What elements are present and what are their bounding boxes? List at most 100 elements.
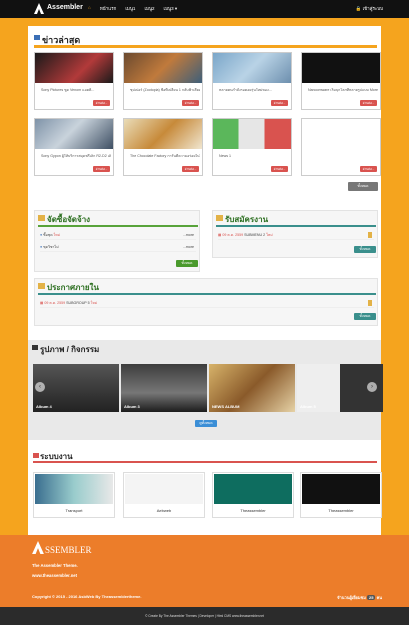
- calendar-icon: ▦: [40, 301, 44, 305]
- news-image[interactable]: [124, 53, 202, 83]
- list-item[interactable]: ▦ 09 ต.ค. 2559 SUBGROUP 5 ใหม่: [40, 298, 374, 308]
- bottom-bar: © Create By The Assembler Themes | Devel…: [0, 607, 409, 625]
- visitor-label: จำนวนผู้เยี่ยมชม: [337, 595, 366, 600]
- gallery-view-all-button[interactable]: ดูทั้งหมด: [195, 420, 217, 427]
- news-title[interactable]: Nanoomware เริ่มบุกโลกที่หลายรูปแบบ More…: [308, 88, 378, 93]
- system-label[interactable]: Transport: [34, 508, 114, 513]
- list-item-date: 09 ต.ค. 2559: [44, 301, 66, 305]
- visitor-count-badge: 25: [367, 595, 376, 600]
- nav-item-home[interactable]: หน้าแรก: [100, 5, 117, 12]
- grid-icon: [33, 453, 39, 458]
- login-link[interactable]: 🔒 เข้าสู่ระบบ: [356, 5, 383, 12]
- read-more-button[interactable]: อ่านต่อ...: [182, 100, 199, 106]
- top-navbar: Assembler ⌂ หน้าแรก เมนู1 เมนู2 เมนู3 ▾ …: [0, 0, 409, 18]
- gallery-caption[interactable]: NEWS ALBUM: [212, 404, 239, 409]
- news-card[interactable]: อ่านต่อ...: [301, 118, 381, 176]
- news-card[interactable]: Sony Pictures ชูด Venom แอคติ... อ่านต่อ…: [34, 52, 114, 110]
- read-more-button[interactable]: อ่านต่อ...: [271, 100, 288, 106]
- brand-name[interactable]: Assembler: [47, 4, 83, 11]
- news-image[interactable]: [35, 53, 113, 83]
- bullet-icon: ●: [40, 245, 43, 249]
- system-label[interactable]: Aebweb: [124, 508, 204, 513]
- announce-view-all-button[interactable]: ทั้งหมด: [354, 313, 376, 320]
- news-card[interactable]: หลายคนกำลังรอคอยรุ่นใหม่ของ... อ่านต่อ..…: [212, 52, 292, 110]
- system-label[interactable]: Theassembler: [213, 508, 293, 513]
- news-image[interactable]: [302, 119, 380, 149]
- news-title[interactable]: ซุปเปอร์ (Zootopia) ชื่อที่เปลี่ยน 1 กลั…: [130, 88, 200, 93]
- assembler-logo-icon[interactable]: [34, 3, 44, 14]
- news-image[interactable]: [213, 53, 291, 83]
- system-card[interactable]: Aebweb: [123, 472, 205, 518]
- file-icon: [368, 300, 372, 306]
- news-section-divider: [34, 45, 377, 48]
- more-link[interactable]: ...more: [183, 230, 194, 240]
- list-item-label[interactable]: SUBMENU 2: [244, 233, 265, 237]
- list-item-label[interactable]: SUBGROUP 5: [66, 301, 90, 305]
- gallery-prev-arrow-icon[interactable]: ‹: [35, 382, 45, 392]
- news-image[interactable]: [302, 53, 380, 83]
- gallery-item[interactable]: Album 3: [121, 364, 207, 412]
- news-card[interactable]: ซุปเปอร์ (Zootopia) ชื่อที่เปลี่ยน 1 กลั…: [123, 52, 203, 110]
- news-image[interactable]: [124, 119, 202, 149]
- news-card[interactable]: Sony Gypon ผู้ให้บริการสมุดฟรีเล็ก R2-D2…: [34, 118, 114, 176]
- folder-icon: [38, 283, 45, 289]
- visitor-unit: คน: [376, 595, 382, 600]
- login-label: เข้าสู่ระบบ: [362, 6, 383, 11]
- nav-item-menu2[interactable]: เมนู2: [144, 5, 154, 12]
- gallery-caption[interactable]: Album 5: [300, 404, 316, 409]
- nav-item-menu1[interactable]: เมนู1: [125, 5, 135, 12]
- gallery-next-arrow-icon[interactable]: ›: [367, 382, 377, 392]
- gallery-item[interactable]: Album 4: [33, 364, 119, 412]
- jobs-view-all-button[interactable]: ทั้งหมด: [354, 246, 376, 253]
- list-item-label[interactable]: ซื้อชุด: [43, 233, 52, 237]
- systems-divider: [33, 461, 377, 463]
- system-card[interactable]: Theassembler: [300, 472, 382, 518]
- list-item[interactable]: ● ซื้อชุด ใหม่ ...more: [40, 230, 196, 240]
- calendar-icon: ▦: [218, 233, 222, 237]
- list-item[interactable]: ● ชุดวิชาไม่ ...more: [40, 242, 196, 252]
- new-badge: ใหม่: [266, 233, 273, 237]
- footer-copyright: Copyright © 2015 - 2016 AsbWeb By Theass…: [32, 594, 142, 599]
- news-image[interactable]: [213, 119, 291, 149]
- read-more-button[interactable]: อ่านต่อ...: [93, 100, 110, 106]
- news-view-all-button[interactable]: ทั้งหมด: [348, 182, 378, 191]
- read-more-button[interactable]: อ่านต่อ...: [182, 166, 199, 172]
- system-image[interactable]: [125, 474, 203, 504]
- system-image[interactable]: [214, 474, 292, 504]
- visitor-counter: จำนวนผู้เยี่ยมชม 25 คน: [337, 594, 382, 601]
- read-more-button[interactable]: อ่านต่อ...: [93, 166, 110, 172]
- system-image[interactable]: [302, 474, 380, 504]
- list-item[interactable]: ▦ 09 ต.ค. 2559 SUBMENU 2 ใหม่: [218, 230, 374, 240]
- news-title[interactable]: News 1: [219, 154, 289, 159]
- home-icon[interactable]: ⌂: [88, 5, 91, 12]
- news-title[interactable]: Sony Pictures ชูด Venom แอคติ...: [41, 88, 111, 93]
- bullet-icon: ●: [40, 233, 43, 237]
- system-card[interactable]: Theassembler: [212, 472, 294, 518]
- gallery-item[interactable]: NEWS ALBUM: [209, 364, 295, 412]
- announce-divider: [38, 293, 376, 295]
- news-card[interactable]: The Chocolate Factory การันตีความอร่อยใน…: [123, 118, 203, 176]
- more-link[interactable]: ...more: [183, 242, 194, 252]
- read-more-button[interactable]: อ่านต่อ...: [271, 166, 288, 172]
- system-label[interactable]: Theassembler: [301, 508, 381, 513]
- list-item-label[interactable]: ชุดวิชาไม่: [43, 245, 58, 249]
- footer-company: The Assembler Theme.: [32, 563, 78, 568]
- news-card[interactable]: News 1 อ่านต่อ...: [212, 118, 292, 176]
- footer-site[interactable]: www.theassembler.net: [32, 573, 77, 578]
- read-more-button[interactable]: อ่านต่อ...: [360, 100, 377, 106]
- read-more-button[interactable]: อ่านต่อ...: [360, 166, 377, 172]
- news-card[interactable]: Nanoomware เริ่มบุกโลกที่หลายรูปแบบ More…: [301, 52, 381, 110]
- system-card[interactable]: Transport: [33, 472, 115, 518]
- news-title[interactable]: หลายคนกำลังรอคอยรุ่นใหม่ของ...: [219, 88, 289, 93]
- news-image[interactable]: [35, 119, 113, 149]
- news-title[interactable]: Sony Gypon ผู้ให้บริการสมุดฟรีเล็ก R2-D2…: [41, 154, 111, 159]
- procurement-view-all-button[interactable]: ทั้งหมด: [176, 260, 198, 267]
- nav-item-menu3[interactable]: เมนู3 ▾: [164, 5, 178, 12]
- system-image[interactable]: [35, 474, 113, 504]
- lock-icon: 🔒: [355, 6, 362, 11]
- news-title[interactable]: The Chocolate Factory การันตีความอร่อยใน…: [130, 154, 200, 159]
- file-icon: [368, 232, 372, 238]
- jobs-divider: [216, 225, 376, 227]
- gallery-caption[interactable]: Album 4: [36, 404, 52, 409]
- gallery-caption[interactable]: Album 3: [124, 404, 140, 409]
